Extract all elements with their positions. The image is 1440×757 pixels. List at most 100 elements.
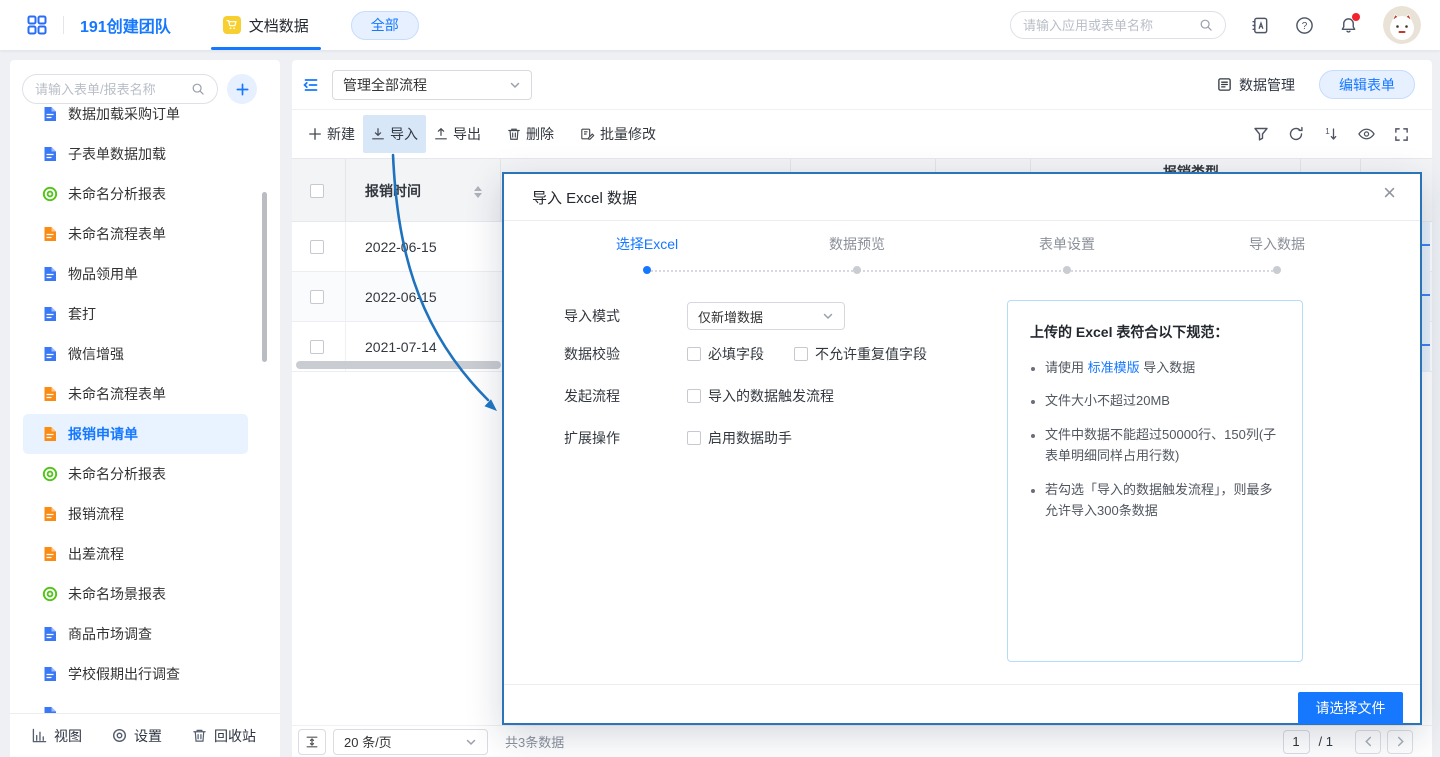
- sidebar-form-item[interactable]: 物品领用单: [23, 254, 248, 294]
- horizontal-scrollbar[interactable]: [296, 361, 501, 369]
- prev-page-button[interactable]: [1355, 730, 1381, 754]
- select-all-checkbox[interactable]: [310, 184, 324, 198]
- sidebar-scrollbar[interactable]: [262, 192, 267, 362]
- flow-select-value: 管理全部流程: [343, 75, 427, 95]
- standard-template-link[interactable]: 标准模版: [1088, 360, 1140, 375]
- row-checkbox[interactable]: [310, 240, 324, 254]
- step-label: 数据预览: [829, 234, 885, 254]
- nav-divider: [63, 16, 64, 34]
- export-label: 导出: [453, 124, 481, 144]
- sidebar-form-item[interactable]: 出差流程: [23, 534, 248, 574]
- filter-icon[interactable]: [1253, 126, 1269, 142]
- sidebar-form-item[interactable]: 数据加载采购订单: [23, 106, 248, 134]
- no-duplicate-label[interactable]: 不允许重复值字段: [815, 344, 927, 364]
- sort-arrows-icon[interactable]: [474, 182, 482, 202]
- page-size-select[interactable]: 20 条/页: [333, 729, 488, 755]
- export-button[interactable]: 导出: [426, 115, 489, 153]
- sidebar-form-item[interactable]: 未命名分析报表: [23, 174, 248, 214]
- sort-icon[interactable]: 1: [1323, 126, 1339, 142]
- user-avatar[interactable]: [1383, 6, 1421, 44]
- app-root: 191创建团队 文档数据 全部: [0, 0, 1440, 757]
- step-item[interactable]: 选择Excel: [542, 234, 752, 286]
- settings-button[interactable]: 设置: [112, 726, 162, 746]
- team-name[interactable]: 191创建团队: [80, 13, 171, 37]
- row-checkbox[interactable]: [310, 290, 324, 304]
- batch-edit-button[interactable]: 批量修改: [572, 115, 664, 153]
- required-fields-label[interactable]: 必填字段: [708, 344, 764, 364]
- sidebar-form-item[interactable]: 未命名流程表单: [23, 214, 248, 254]
- settings-label: 设置: [134, 726, 162, 746]
- global-search[interactable]: [1010, 11, 1226, 39]
- refresh-icon[interactable]: [1288, 126, 1304, 142]
- page-number-input[interactable]: 1: [1283, 730, 1310, 754]
- help-icon[interactable]: ?: [1295, 16, 1314, 35]
- step-item[interactable]: 导入数据: [1172, 234, 1382, 286]
- delete-button[interactable]: 删除: [499, 115, 562, 153]
- total-count: 共3条数据: [505, 732, 564, 751]
- tab-doc-data[interactable]: 文档数据: [211, 0, 321, 50]
- step-dot: [853, 266, 861, 274]
- required-fields-checkbox[interactable]: [687, 347, 701, 361]
- sidebar-form-item[interactable]: 学校假期出行调查: [23, 654, 248, 694]
- column-header-date[interactable]: 报销时间: [365, 159, 421, 223]
- visibility-eye-icon[interactable]: [1358, 126, 1375, 142]
- form-item-label: 未命名分析报表: [68, 464, 166, 484]
- sidebar-form-item[interactable]: 套打: [23, 294, 248, 334]
- no-duplicate-checkbox[interactable]: [794, 347, 808, 361]
- step-label: 表单设置: [1039, 234, 1095, 254]
- sidebar-form-item[interactable]: 未命名流程表单: [23, 374, 248, 414]
- search-icon: [191, 82, 205, 96]
- next-page-button[interactable]: [1387, 730, 1413, 754]
- flow-permission-select[interactable]: 管理全部流程: [332, 70, 532, 100]
- edit-form-button[interactable]: 编辑表单: [1319, 70, 1415, 99]
- global-search-input[interactable]: [1023, 18, 1199, 33]
- form-doc-icon: [42, 146, 58, 162]
- choose-file-button[interactable]: 请选择文件: [1298, 692, 1403, 724]
- chevron-down-icon: [822, 310, 834, 322]
- step-item[interactable]: 数据预览: [752, 234, 962, 286]
- collapse-sidebar-icon[interactable]: [298, 76, 324, 94]
- import-options-form: 导入模式 仅新增数据 数据校验 必填字段 不允许重复值字段 发起流程 导入的数据…: [564, 302, 927, 470]
- import-mode-select[interactable]: 仅新增数据: [687, 302, 845, 330]
- form-search-input[interactable]: [35, 82, 191, 97]
- form-doc-icon: [42, 306, 58, 322]
- sidebar-form-item[interactable]: 子表单数据加载: [23, 134, 248, 174]
- sidebar-form-item[interactable]: [23, 694, 248, 713]
- trigger-flow-checkbox[interactable]: [687, 389, 701, 403]
- trigger-flow-label[interactable]: 导入的数据触发流程: [708, 386, 834, 406]
- form-item-label: 未命名流程表单: [68, 384, 166, 404]
- close-icon[interactable]: ×: [1383, 182, 1396, 204]
- sidebar-form-item[interactable]: 未命名场景报表: [23, 574, 248, 614]
- table-footer: 20 条/页 共3条数据 1 / 1: [292, 725, 1432, 757]
- data-assistant-label[interactable]: 启用数据助手: [708, 428, 792, 448]
- sidebar-form-item[interactable]: 微信增强: [23, 334, 248, 374]
- add-form-button[interactable]: [227, 74, 257, 104]
- sidebar-form-item[interactable]: 商品市场调查: [23, 614, 248, 654]
- row-checkbox[interactable]: [310, 340, 324, 354]
- notification-bell-icon[interactable]: [1339, 16, 1358, 35]
- sidebar-form-item[interactable]: 报销流程: [23, 494, 248, 534]
- form-doc-icon: [42, 226, 58, 242]
- form-search[interactable]: [22, 74, 218, 104]
- import-button[interactable]: 导入: [363, 115, 426, 153]
- fullscreen-icon[interactable]: [1394, 126, 1409, 142]
- contacts-book-icon[interactable]: [1251, 16, 1270, 35]
- data-assistant-checkbox[interactable]: [687, 431, 701, 445]
- step-item[interactable]: 表单设置: [962, 234, 1172, 286]
- scope-all-pill[interactable]: 全部: [351, 11, 419, 40]
- form-item-label: 微信增强: [68, 344, 124, 364]
- data-manage-button[interactable]: 数据管理: [1217, 75, 1295, 95]
- step-dot: [1063, 266, 1071, 274]
- spec-title: 上传的 Excel 表符合以下规范：: [1030, 322, 1280, 342]
- data-manage-label: 数据管理: [1239, 75, 1295, 95]
- recycle-bin-button[interactable]: 回收站: [192, 726, 256, 746]
- spec-item-template: 请使用 标准模版 导入数据: [1045, 357, 1280, 378]
- sidebar-form-item[interactable]: 报销申请单: [23, 414, 248, 454]
- views-button[interactable]: 视图: [32, 726, 82, 746]
- new-record-button[interactable]: 新建: [300, 115, 363, 153]
- step-label: 导入数据: [1249, 234, 1305, 254]
- workbench-grid-icon[interactable]: [27, 15, 47, 35]
- row-height-icon[interactable]: [298, 729, 326, 755]
- form-item-label: 未命名场景报表: [68, 584, 166, 604]
- sidebar-form-item[interactable]: 未命名分析报表: [23, 454, 248, 494]
